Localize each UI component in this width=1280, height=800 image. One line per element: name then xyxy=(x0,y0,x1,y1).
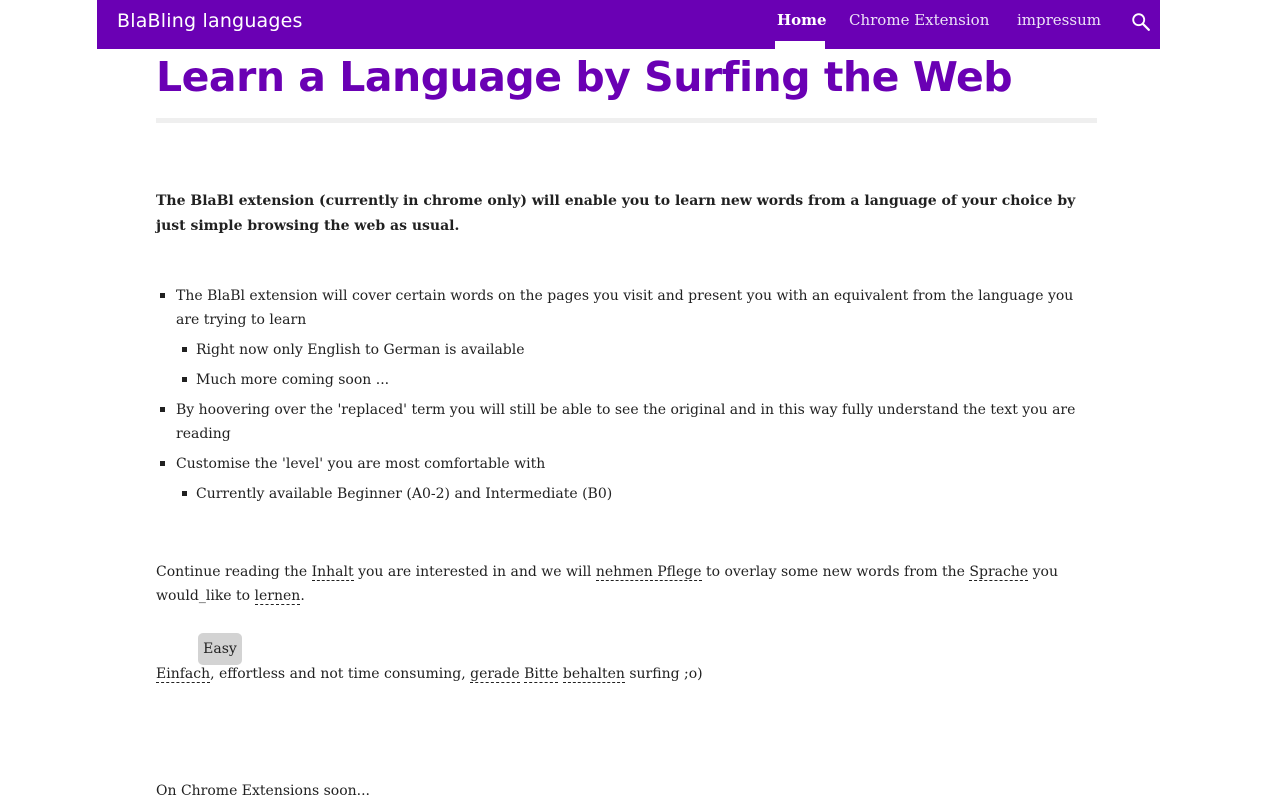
page-title: Learn a Language by Surfing the Web xyxy=(156,53,1013,101)
top-app-bar: BlaBling languages Home Chrome Extension… xyxy=(97,0,1160,49)
title-divider xyxy=(156,118,1097,123)
translated-word[interactable]: behalten xyxy=(562,666,625,683)
bullet-marker xyxy=(182,491,187,496)
list-item: By hoovering over the 'replaced' term yo… xyxy=(176,402,1076,418)
nav-chrome-extension[interactable]: Chrome Extension xyxy=(849,11,989,29)
original-word-tooltip: Easy xyxy=(198,633,242,665)
translated-word[interactable]: Bitte xyxy=(524,666,559,683)
text-span: you are interested in and we will xyxy=(353,564,596,580)
text-span: , effortless and not time consuming, xyxy=(210,666,471,682)
list-item: Customise the 'level' you are most comfo… xyxy=(176,456,546,472)
bullet-marker xyxy=(182,377,187,382)
translated-word[interactable]: Einfach xyxy=(156,666,211,683)
sub-list-item: Right now only English to German is avai… xyxy=(196,342,525,358)
bullet-marker xyxy=(160,407,165,412)
sub-list-item: Currently available Beginner (A0-2) and … xyxy=(196,486,613,502)
list-item-continued: are trying to learn xyxy=(176,312,307,328)
intro-paragraph: The BlaBl extension (currently in chrome… xyxy=(156,193,1076,234)
demo-paragraph-line2: would_like to lernen. xyxy=(156,584,305,608)
bullet-marker xyxy=(160,461,165,466)
text-span: would_like to xyxy=(156,588,255,604)
bullet-marker xyxy=(182,347,187,352)
text-span: Continue reading the xyxy=(156,564,312,580)
list-item-continued: reading xyxy=(176,426,231,442)
translated-word[interactable]: lernen xyxy=(254,588,301,605)
list-item: The BlaBl extension will cover certain w… xyxy=(176,288,1074,304)
translated-word[interactable]: Inhalt xyxy=(311,564,354,581)
bullet-marker xyxy=(160,293,165,298)
text-span: you xyxy=(1028,564,1058,580)
demo-paragraph-2: Einfach, effortless and not time consumi… xyxy=(156,662,703,686)
footer-text: On Chrome Extensions soon... xyxy=(156,783,370,799)
translated-word[interactable]: nehmen Pflege xyxy=(595,564,702,581)
text-span: surfing ;o) xyxy=(624,666,703,682)
demo-paragraph-line1: Continue reading the Inhalt you are inte… xyxy=(156,560,1058,584)
active-nav-indicator xyxy=(775,41,825,49)
nav-impressum[interactable]: impressum xyxy=(1017,11,1101,29)
search-icon[interactable] xyxy=(1130,11,1152,33)
site-name-link[interactable]: BlaBling languages xyxy=(117,10,303,32)
text-span: . xyxy=(300,588,305,604)
sub-list-item: Much more coming soon ... xyxy=(196,372,390,388)
translated-word[interactable]: gerade xyxy=(470,666,520,683)
translated-word[interactable]: Sprache xyxy=(969,564,1029,581)
nav-home[interactable]: Home xyxy=(777,11,827,29)
text-span: to overlay some new words from the xyxy=(701,564,970,580)
